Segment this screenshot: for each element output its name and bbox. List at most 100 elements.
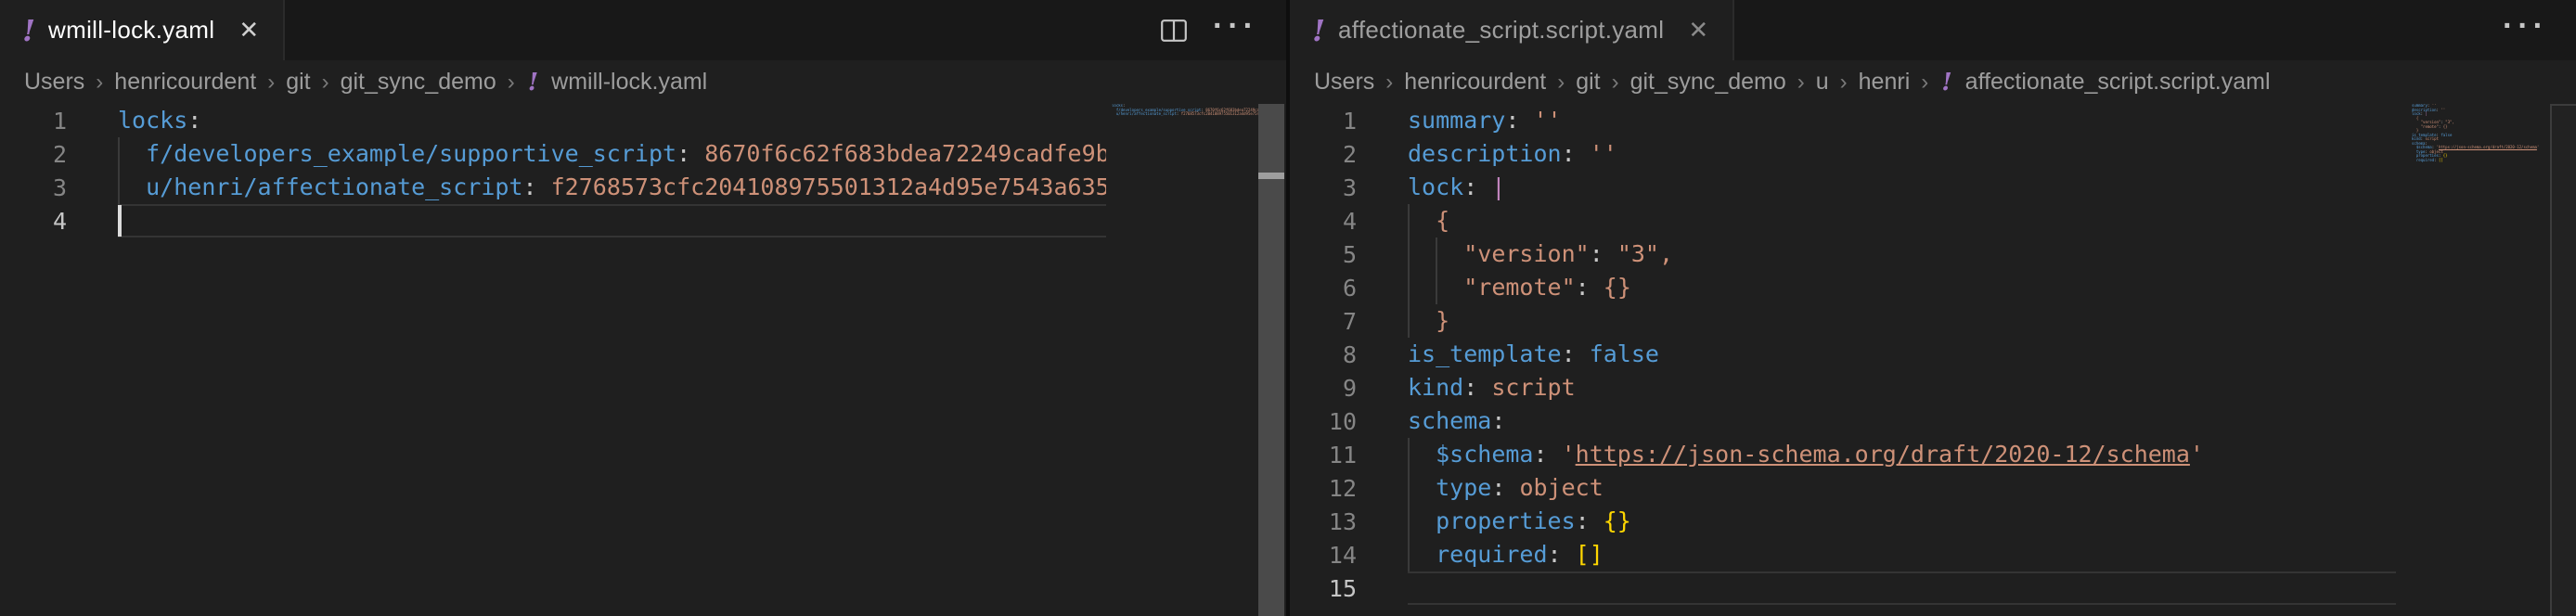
code-line[interactable]: 1locks: [0,104,1106,137]
breadcrumb-item[interactable]: henri [1857,69,1913,96]
breadcrumb-left: Users›henricourdent›git›git_sync_demo›!w… [0,60,1286,104]
line-number[interactable]: 2 [0,141,67,168]
code-line[interactable]: 12 type: object [1290,471,2396,505]
code-line[interactable]: 11 $schema: 'https://json-schema.org/dra… [1290,438,2396,471]
code-text: summary: '' [1408,104,1562,137]
code-line[interactable]: 8is_template: false [1290,338,2396,371]
line-number[interactable]: 14 [1290,542,1357,569]
line-number[interactable]: 3 [1290,174,1357,201]
line-number[interactable]: 1 [0,108,67,135]
line-number[interactable]: 13 [1290,508,1357,535]
code-line[interactable]: 5 "version": "3", [1290,237,2396,271]
code-text: description: '' [1408,137,1617,171]
code-text: required: [] [1408,538,1604,571]
breadcrumb-item[interactable]: git [284,69,312,96]
tab-affectionate-script-yaml[interactable]: ! affectionate_script.script.yaml ✕ [1290,0,1734,60]
breadcrumb-separator: › [1831,70,1857,96]
editor-left[interactable]: 1locks:2 f/developers_example/supportive… [0,104,1286,616]
line-number[interactable]: 9 [1290,375,1357,402]
line-number[interactable]: 11 [1290,442,1357,468]
editor-right[interactable]: 1summary: ''2description: ''3lock: |4 {5… [1290,104,2576,616]
breadcrumb-item[interactable]: git_sync_demo [1629,69,1788,96]
scrollbar-left[interactable] [1258,104,1284,616]
code-line[interactable]: 4 [0,204,1106,237]
breadcrumb-item[interactable]: Users [1312,69,1376,96]
editor-lines-left: 1locks:2 f/developers_example/supportive… [0,104,1106,237]
line-number[interactable]: 15 [1290,575,1357,602]
code-line[interactable]: 15 [1290,571,2396,605]
code-line[interactable]: 2 f/developers_example/supportive_script… [0,137,1106,171]
yaml-file-icon: ! [1941,71,1951,95]
code-line[interactable]: 7 } [1290,304,2396,338]
line-number[interactable]: 8 [1290,341,1357,368]
code-line[interactable]: 3 u/henri/affectionate_script: f2768573c… [0,171,1106,204]
code-line[interactable]: 10schema: [1290,404,2396,438]
indent-guide [118,137,120,171]
line-number[interactable]: 12 [1290,475,1357,502]
breadcrumb-item[interactable]: git [1574,69,1602,96]
tab-wmill-lock-yaml[interactable]: ! wmill-lock.yaml ✕ [0,0,285,60]
current-line-highlight [1408,571,2396,605]
line-number[interactable]: 4 [0,208,67,235]
line-number[interactable]: 4 [1290,208,1357,235]
close-tab-icon[interactable]: ✕ [1688,16,1708,45]
more-actions-icon[interactable]: ··· [1213,10,1258,51]
indent-guide [118,171,120,204]
indent-guide [1408,304,1410,338]
overview-ruler-right[interactable] [2550,104,2576,616]
breadcrumb-separator: › [258,70,284,96]
code-line[interactable]: 13 properties: {} [1290,505,2396,538]
code-text: "remote": {} [1408,271,1631,304]
tabbar-right: ! affectionate_script.script.yaml ✕ ··· [1290,0,2576,60]
code-text: { [1408,204,1449,237]
breadcrumb-item[interactable]: henricourdent [112,69,258,96]
text-cursor [118,205,122,237]
code-text: kind: script [1408,371,1576,404]
indent-guide [1408,438,1410,471]
indent-guide [1436,271,1437,304]
breadcrumb-item[interactable]: u [1814,69,1831,96]
split-editor-icon[interactable] [1159,16,1189,45]
breadcrumb-file[interactable]: affectionate_script.script.yaml [1964,69,2273,96]
line-number[interactable]: 10 [1290,408,1357,435]
breadcrumb-separator: › [313,70,339,96]
indent-guide [1408,204,1410,237]
vscode-window: ! wmill-lock.yaml ✕ ··· Users›henricourd… [0,0,2576,616]
yaml-file-icon: ! [1312,16,1325,45]
code-text: $schema: 'https://json-schema.org/draft/… [1408,438,2204,471]
breadcrumb-separator: › [1548,70,1574,96]
line-number[interactable]: 6 [1290,275,1357,302]
editor-group-left: ! wmill-lock.yaml ✕ ··· Users›henricourd… [0,0,1286,616]
yaml-file-icon: ! [22,16,35,45]
breadcrumb-right: Users›henricourdent›git›git_sync_demo›u›… [1290,60,2576,104]
code-text: u/henri/affectionate_script: f2768573cfc… [118,171,1106,204]
code-line[interactable]: 14 required: [] [1290,538,2396,571]
code-line[interactable]: 9 kind: script [1290,371,2396,404]
more-actions-icon[interactable]: ··· [2503,10,2548,51]
editor-lines-right: 1summary: ''2description: ''3lock: |4 {5… [1290,104,2396,605]
breadcrumb-separator: › [1603,70,1629,96]
minimap-left[interactable]: locks: f/developers_example/supportive_s… [1106,104,1258,616]
tab-actions-left: ··· [1159,0,1258,60]
code-line[interactable]: 1 summary: '' [1290,104,2396,137]
tab-label: affectionate_script.script.yaml [1338,16,1664,45]
tab-actions-right: ··· [2503,0,2548,60]
line-number[interactable]: 3 [0,174,67,201]
code-line[interactable]: 6 "remote": {} [1290,271,2396,304]
code-text: properties: {} [1408,505,1631,538]
code-line[interactable]: 2 description: '' [1290,137,2396,171]
yaml-file-icon: ! [528,71,538,95]
breadcrumb-item[interactable]: git_sync_demo [339,69,498,96]
code-line[interactable]: 4 { [1290,204,2396,237]
breadcrumb-item[interactable]: henricourdent [1402,69,1548,96]
line-number[interactable]: 5 [1290,241,1357,268]
breadcrumb-item[interactable]: Users [22,69,86,96]
line-number[interactable]: 1 [1290,108,1357,135]
close-tab-icon[interactable]: ✕ [238,16,259,45]
breadcrumb-file[interactable]: wmill-lock.yaml [549,69,709,96]
minimap-right[interactable]: summary: ''description: ''lock: | { "ver… [2406,104,2550,616]
line-number[interactable]: 7 [1290,308,1357,335]
line-number[interactable]: 2 [1290,141,1357,168]
code-line[interactable]: 3lock: | [1290,171,2396,204]
indent-guide [1408,505,1410,538]
